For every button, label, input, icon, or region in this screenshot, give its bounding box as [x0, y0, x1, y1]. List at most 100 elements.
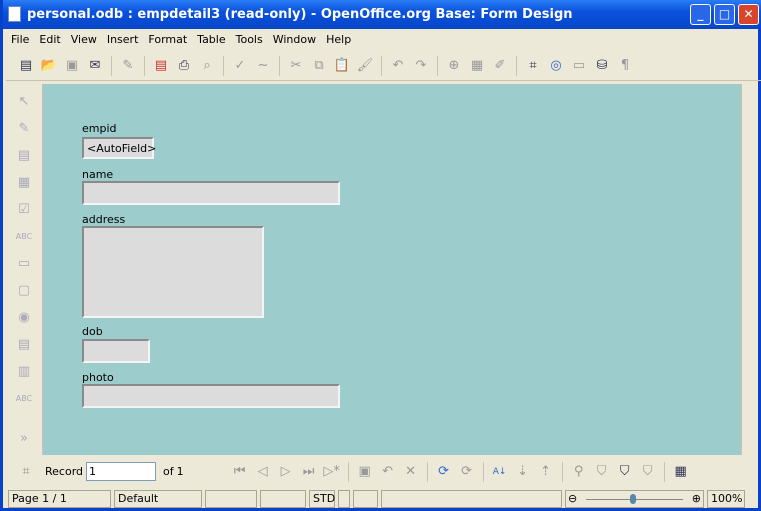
save-record-icon[interactable]: ▣	[355, 462, 375, 482]
undo-icon[interactable]: ↶	[388, 56, 408, 76]
email-icon[interactable]: ✉	[85, 56, 105, 76]
photo-field[interactable]	[82, 384, 340, 408]
autofilter-icon[interactable]: ⚲	[569, 462, 589, 482]
listbox-icon[interactable]: ▤	[14, 334, 34, 354]
status-bar: Page 1 / 1 Default STD ⊖ ⊕ 100%	[6, 489, 761, 509]
new-icon[interactable]: ▤	[16, 56, 36, 76]
status-field-empty-4	[353, 490, 378, 508]
option-button-icon[interactable]: ◉	[14, 307, 34, 327]
window-title: personal.odb : empdetail3 (read-only) - …	[27, 7, 573, 22]
document-icon	[8, 6, 21, 22]
empid-label: empid	[82, 122, 117, 135]
minimize-button[interactable]: _	[690, 4, 711, 25]
design-mode-icon[interactable]: ✎	[14, 118, 34, 138]
address-field[interactable]	[82, 226, 264, 318]
maximize-button[interactable]: □	[714, 4, 735, 25]
select-icon[interactable]: ↖	[14, 91, 34, 111]
table-icon[interactable]: ▦	[467, 56, 487, 76]
sort-descending-icon[interactable]: ⇡	[536, 462, 556, 482]
edit-icon[interactable]: ✎	[118, 56, 138, 76]
formatted-field-icon[interactable]: ▭	[14, 253, 34, 273]
menu-help[interactable]: Help	[321, 33, 356, 46]
record-input[interactable]	[86, 462, 157, 481]
status-field-empty-5	[381, 490, 562, 508]
hyperlink-icon[interactable]: ⊕	[444, 56, 464, 76]
form-filter-icon[interactable]: ⛉	[615, 462, 635, 482]
more-controls-icon[interactable]: »	[14, 428, 34, 448]
gallery-icon[interactable]: ▭	[569, 56, 589, 76]
status-field-empty-1	[205, 490, 257, 508]
empid-field[interactable]: <AutoField>	[82, 137, 156, 159]
menu-view[interactable]: View	[66, 33, 102, 46]
sort-icon[interactable]: A↓	[490, 462, 510, 482]
pdf-icon[interactable]: ▤	[151, 56, 171, 76]
first-record-icon[interactable]: ⏮	[230, 462, 250, 482]
preview-icon[interactable]: ⌕	[197, 56, 217, 76]
menu-format[interactable]: Format	[143, 33, 192, 46]
navigator-icon[interactable]: ◎	[546, 56, 566, 76]
right-scroll-area	[741, 84, 758, 455]
form-controls-toolbar: ↖ ✎ ▤ ▦ ☑ ABC ▭ ▢ ◉ ▤ ▥ ABC »	[6, 84, 43, 455]
open-icon[interactable]: 📂	[39, 56, 59, 76]
form-properties-icon[interactable]: ▦	[14, 172, 34, 192]
refresh-control-icon[interactable]: ⟳	[457, 462, 477, 482]
draw-icon[interactable]: ✐	[490, 56, 510, 76]
zoom-out-icon[interactable]: ⊖	[568, 491, 577, 507]
button-icon[interactable]: ▢	[14, 280, 34, 300]
status-field-empty-2	[260, 490, 306, 508]
menu-table[interactable]: Table	[192, 33, 230, 46]
textbox-icon[interactable]: ABC	[14, 226, 34, 246]
spellcheck-icon[interactable]: ✓	[230, 56, 250, 76]
page-style-status: Default	[114, 490, 202, 508]
refresh-icon[interactable]: ⟳	[434, 462, 454, 482]
find-record-icon[interactable]: ⌗	[16, 462, 36, 482]
zoom-in-icon[interactable]: ⊕	[692, 491, 701, 507]
copy-icon[interactable]: ⧉	[309, 56, 329, 76]
label-icon[interactable]: ABC	[14, 388, 34, 408]
combobox-icon[interactable]: ▥	[14, 361, 34, 381]
dob-field[interactable]	[82, 339, 150, 363]
format-paintbrush-icon[interactable]: 🖌	[355, 56, 375, 76]
print-icon[interactable]: ⎙	[174, 56, 194, 76]
datasource-icon[interactable]: ⛁	[592, 56, 612, 76]
paste-icon[interactable]: 📋	[332, 56, 352, 76]
address-label: address	[82, 213, 126, 226]
next-record-icon[interactable]: ▷	[276, 462, 296, 482]
sort-ascending-icon[interactable]: ⇣	[513, 462, 533, 482]
title-bar: personal.odb : empdetail3 (read-only) - …	[3, 0, 761, 29]
zoom-level[interactable]: 100%	[707, 490, 745, 508]
autospell-icon[interactable]: ~	[253, 56, 273, 76]
redo-icon[interactable]: ↷	[411, 56, 431, 76]
save-icon[interactable]: ▣	[62, 56, 82, 76]
record-total: 1	[176, 465, 184, 478]
record-label: Record	[45, 465, 84, 478]
reset-filter-icon[interactable]: ⛉	[638, 462, 658, 482]
previous-record-icon[interactable]: ◁	[253, 462, 273, 482]
app-window: personal.odb : empdetail3 (read-only) - …	[0, 0, 761, 511]
selection-mode-status[interactable]: STD	[309, 490, 335, 508]
new-record-icon[interactable]: ▷*	[322, 462, 342, 482]
menu-window[interactable]: Window	[268, 33, 321, 46]
formatting-marks-icon[interactable]: ¶	[615, 56, 635, 76]
last-record-icon[interactable]: ⏭	[299, 462, 319, 482]
undo-record-icon[interactable]: ↶	[378, 462, 398, 482]
menu-bar: File Edit View Insert Format Table Tools…	[6, 29, 761, 49]
menu-tools[interactable]: Tools	[231, 33, 268, 46]
dob-label: dob	[82, 325, 103, 338]
zoom-slider-handle[interactable]	[630, 494, 636, 504]
menu-edit[interactable]: Edit	[34, 33, 65, 46]
menu-file[interactable]: File	[6, 33, 34, 46]
of-label: of	[163, 465, 174, 478]
menu-insert[interactable]: Insert	[102, 33, 144, 46]
cut-icon[interactable]: ✂	[286, 56, 306, 76]
name-field[interactable]	[82, 181, 340, 205]
delete-record-icon[interactable]: ✕	[401, 462, 421, 482]
apply-filter-icon[interactable]: ⛉	[592, 462, 612, 482]
control-properties-icon[interactable]: ▤	[14, 145, 34, 165]
close-button[interactable]: ✕	[738, 4, 759, 25]
checkbox-icon[interactable]: ☑	[14, 199, 34, 219]
find-icon[interactable]: ⌗	[523, 56, 543, 76]
datasource-as-table-icon[interactable]: ▦	[671, 462, 691, 482]
zoom-slider[interactable]: ⊖ ⊕	[565, 490, 704, 508]
page-status: Page 1 / 1	[8, 490, 111, 508]
